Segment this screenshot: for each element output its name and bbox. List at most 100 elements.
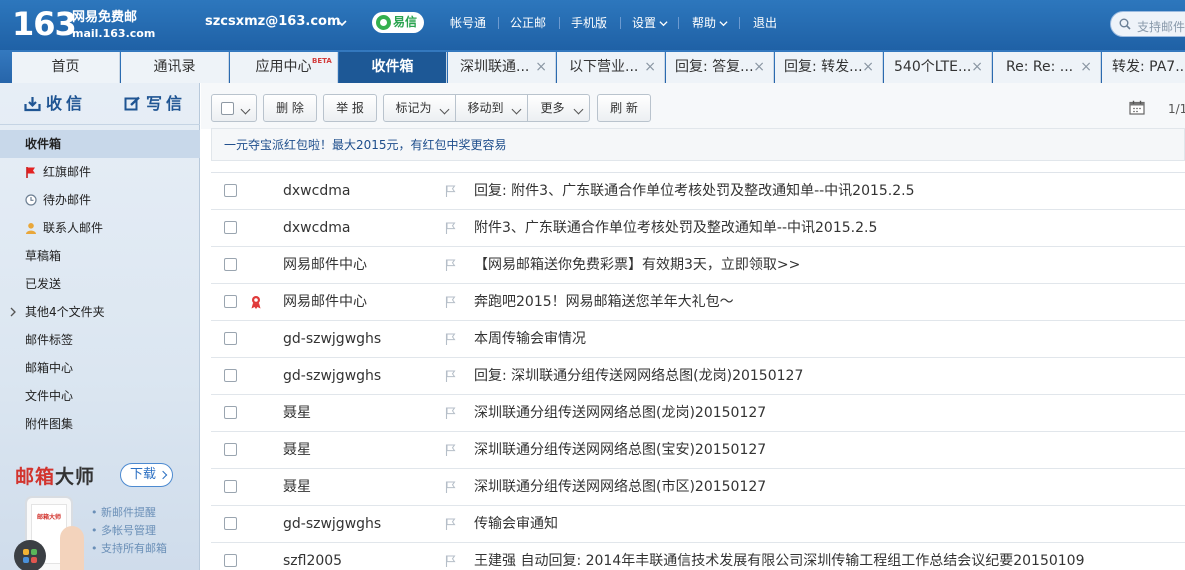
- yixin-label: 易信: [393, 15, 418, 29]
- nav-help[interactable]: 帮助: [692, 15, 716, 31]
- row-checkbox[interactable]: [224, 295, 237, 308]
- mail-subject: 王建强 自动回复: 2014年丰联通信技术发展有限公司深圳传输工程组工作总结会议…: [474, 553, 1085, 569]
- close-icon[interactable]: ×: [862, 52, 874, 83]
- app-launcher-icon[interactable]: [14, 540, 46, 570]
- row-checkbox[interactable]: [224, 258, 237, 271]
- row-checkbox[interactable]: [224, 406, 237, 419]
- chevron-down-icon[interactable]: [337, 18, 347, 28]
- flag-icon[interactable]: [445, 407, 456, 419]
- close-icon[interactable]: ×: [753, 52, 765, 83]
- folder-contact-mail[interactable]: 联系人邮件: [0, 214, 200, 242]
- download-button[interactable]: 下载: [120, 463, 173, 487]
- nav-logout[interactable]: 退出: [753, 15, 777, 31]
- flag-icon[interactable]: [445, 222, 456, 234]
- folder-other[interactable]: 其他4个文件夹: [0, 298, 200, 326]
- tab-contacts[interactable]: 通讯录: [121, 52, 229, 83]
- promo-notice-link[interactable]: 一元夺宝派红包啦！最大2015元，有红包中奖更容易: [224, 129, 507, 162]
- logo[interactable]: 163 网易免费邮 mail.163.com: [12, 4, 155, 46]
- tab-mail-3[interactable]: 回复: 答复... ×: [666, 52, 774, 83]
- folder-drafts[interactable]: 草稿箱: [0, 242, 200, 270]
- folder-mailbox-center[interactable]: 邮箱中心: [0, 354, 200, 382]
- nav-settings[interactable]: 设置: [632, 15, 656, 31]
- mail-sender: 网易邮件中心: [283, 294, 367, 310]
- mark-as-dropdown[interactable]: 标记为: [383, 94, 456, 122]
- folder-sent[interactable]: 已发送: [0, 270, 200, 298]
- row-checkbox[interactable]: [224, 221, 237, 234]
- mail-row[interactable]: gd-szwjgwghs 本周传输会审情况: [211, 321, 1185, 358]
- row-checkbox[interactable]: [224, 443, 237, 456]
- flag-icon[interactable]: [445, 259, 456, 271]
- tab-mail-2[interactable]: 以下营业... ×: [557, 52, 665, 83]
- move-to-dropdown[interactable]: 移动到: [455, 94, 528, 122]
- close-icon[interactable]: ×: [971, 52, 983, 83]
- mail-row[interactable]: 网易邮件中心 【网易邮箱送你免费彩票】有效期3天，立即领取>>: [211, 247, 1185, 284]
- select-all-checkbox[interactable]: [221, 102, 234, 115]
- mail-row[interactable]: 网易邮件中心 奔跑吧2015！网易邮箱送您羊年大礼包～: [211, 284, 1185, 321]
- row-checkbox[interactable]: [224, 554, 237, 567]
- folder-file-center[interactable]: 文件中心: [0, 382, 200, 410]
- folder-attachments[interactable]: 附件图集: [0, 410, 200, 438]
- mail-sender: szfl2005: [283, 553, 343, 569]
- tab-mail-5[interactable]: 540个LTE... ×: [884, 52, 992, 83]
- chevron-down-icon[interactable]: [719, 19, 728, 28]
- row-checkbox[interactable]: [224, 332, 237, 345]
- flag-icon[interactable]: [445, 481, 456, 493]
- pencil-icon: [124, 96, 140, 111]
- mail-row[interactable]: gd-szwjgwghs 传输会审通知: [211, 506, 1185, 543]
- nav-mobile[interactable]: 手机版: [571, 15, 607, 31]
- tab-inbox[interactable]: 收件箱: [339, 52, 447, 83]
- calendar-icon[interactable]: [1129, 100, 1145, 115]
- tab-mail-6[interactable]: Re: Re: ... ×: [993, 52, 1101, 83]
- tab-mail-7[interactable]: 转发: PA7...: [1102, 52, 1185, 83]
- row-checkbox[interactable]: [224, 184, 237, 197]
- tab-app-center[interactable]: 应用中心 BETA: [230, 52, 338, 83]
- flag-icon[interactable]: [445, 296, 456, 308]
- folder-mail-tags[interactable]: 邮件标签: [0, 326, 200, 354]
- nav-notary-mail[interactable]: 公正邮: [510, 15, 546, 31]
- close-icon[interactable]: ×: [644, 52, 656, 83]
- flag-icon[interactable]: [445, 185, 456, 197]
- close-icon[interactable]: ×: [1080, 52, 1092, 83]
- flag-icon[interactable]: [445, 333, 456, 345]
- flag-icon[interactable]: [445, 444, 456, 456]
- mail-row[interactable]: 聂星 深圳联通分组传送网网络总图(市区)20150127: [211, 469, 1185, 506]
- promo-notice-bar[interactable]: 一元夺宝派红包啦！最大2015元，有红包中奖更容易: [211, 128, 1185, 161]
- nav-account-pass[interactable]: 帐号通: [450, 15, 486, 31]
- mail-row[interactable]: 聂星 深圳联通分组传送网网络总图(宝安)20150127: [211, 432, 1185, 469]
- more-dropdown[interactable]: 更多: [527, 94, 590, 122]
- close-icon[interactable]: ×: [535, 52, 547, 83]
- row-checkbox[interactable]: [224, 480, 237, 493]
- search-input[interactable]: 支持邮件: [1110, 11, 1185, 37]
- folder-red-flag[interactable]: 红旗邮件: [0, 158, 200, 186]
- folder-inbox[interactable]: 收件箱: [0, 130, 200, 158]
- folder-label: 文件中心: [25, 389, 74, 403]
- mail-row[interactable]: gd-szwjgwghs 回复: 深圳联通分组传送网网络总图(龙岗)201501…: [211, 358, 1185, 395]
- flag-icon[interactable]: [445, 370, 456, 382]
- yixin-button[interactable]: 易信: [372, 12, 424, 33]
- launcher-square: [23, 557, 29, 563]
- account-name[interactable]: szcsxmz@163.com: [205, 14, 341, 29]
- mail-subject: 深圳联通分组传送网网络总图(宝安)20150127: [474, 442, 767, 458]
- flag-icon[interactable]: [445, 555, 456, 567]
- row-checkbox[interactable]: [224, 517, 237, 530]
- mail-row[interactable]: dxwcdma 附件3、广东联通合作单位考核处罚及整改通知单--中讯2015.2…: [211, 210, 1185, 247]
- folder-todo[interactable]: 待办邮件: [0, 186, 200, 214]
- top-header: 163 网易免费邮 mail.163.com szcsxmz@163.com 易…: [0, 0, 1185, 50]
- row-checkbox[interactable]: [224, 369, 237, 382]
- flag-icon[interactable]: [445, 518, 456, 530]
- tab-home[interactable]: 首页: [12, 52, 120, 83]
- mail-row[interactable]: dxwcdma 回复: 附件3、广东联通合作单位考核处罚及整改通知单--中讯20…: [211, 173, 1185, 210]
- refresh-button[interactable]: 刷 新: [597, 94, 651, 122]
- tab-mail-1[interactable]: 深圳联通... ×: [448, 52, 556, 83]
- compose-row: 收信 写信: [0, 83, 200, 125]
- select-all-dropdown[interactable]: [211, 94, 257, 122]
- tab-mail-4[interactable]: 回复: 转发... ×: [775, 52, 883, 83]
- mail-sender: dxwcdma: [283, 183, 351, 199]
- receive-icon: [24, 97, 41, 112]
- chevron-down-icon[interactable]: [659, 19, 668, 28]
- report-button[interactable]: 举 报: [323, 94, 377, 122]
- mail-row[interactable]: 聂星 深圳联通分组传送网网络总图(龙岗)20150127: [211, 395, 1185, 432]
- mail-row[interactable]: szfl2005 王建强 自动回复: 2014年丰联通信技术发展有限公司深圳传输…: [211, 543, 1185, 570]
- delete-button[interactable]: 删 除: [263, 94, 317, 122]
- chevron-right-icon[interactable]: [9, 307, 17, 317]
